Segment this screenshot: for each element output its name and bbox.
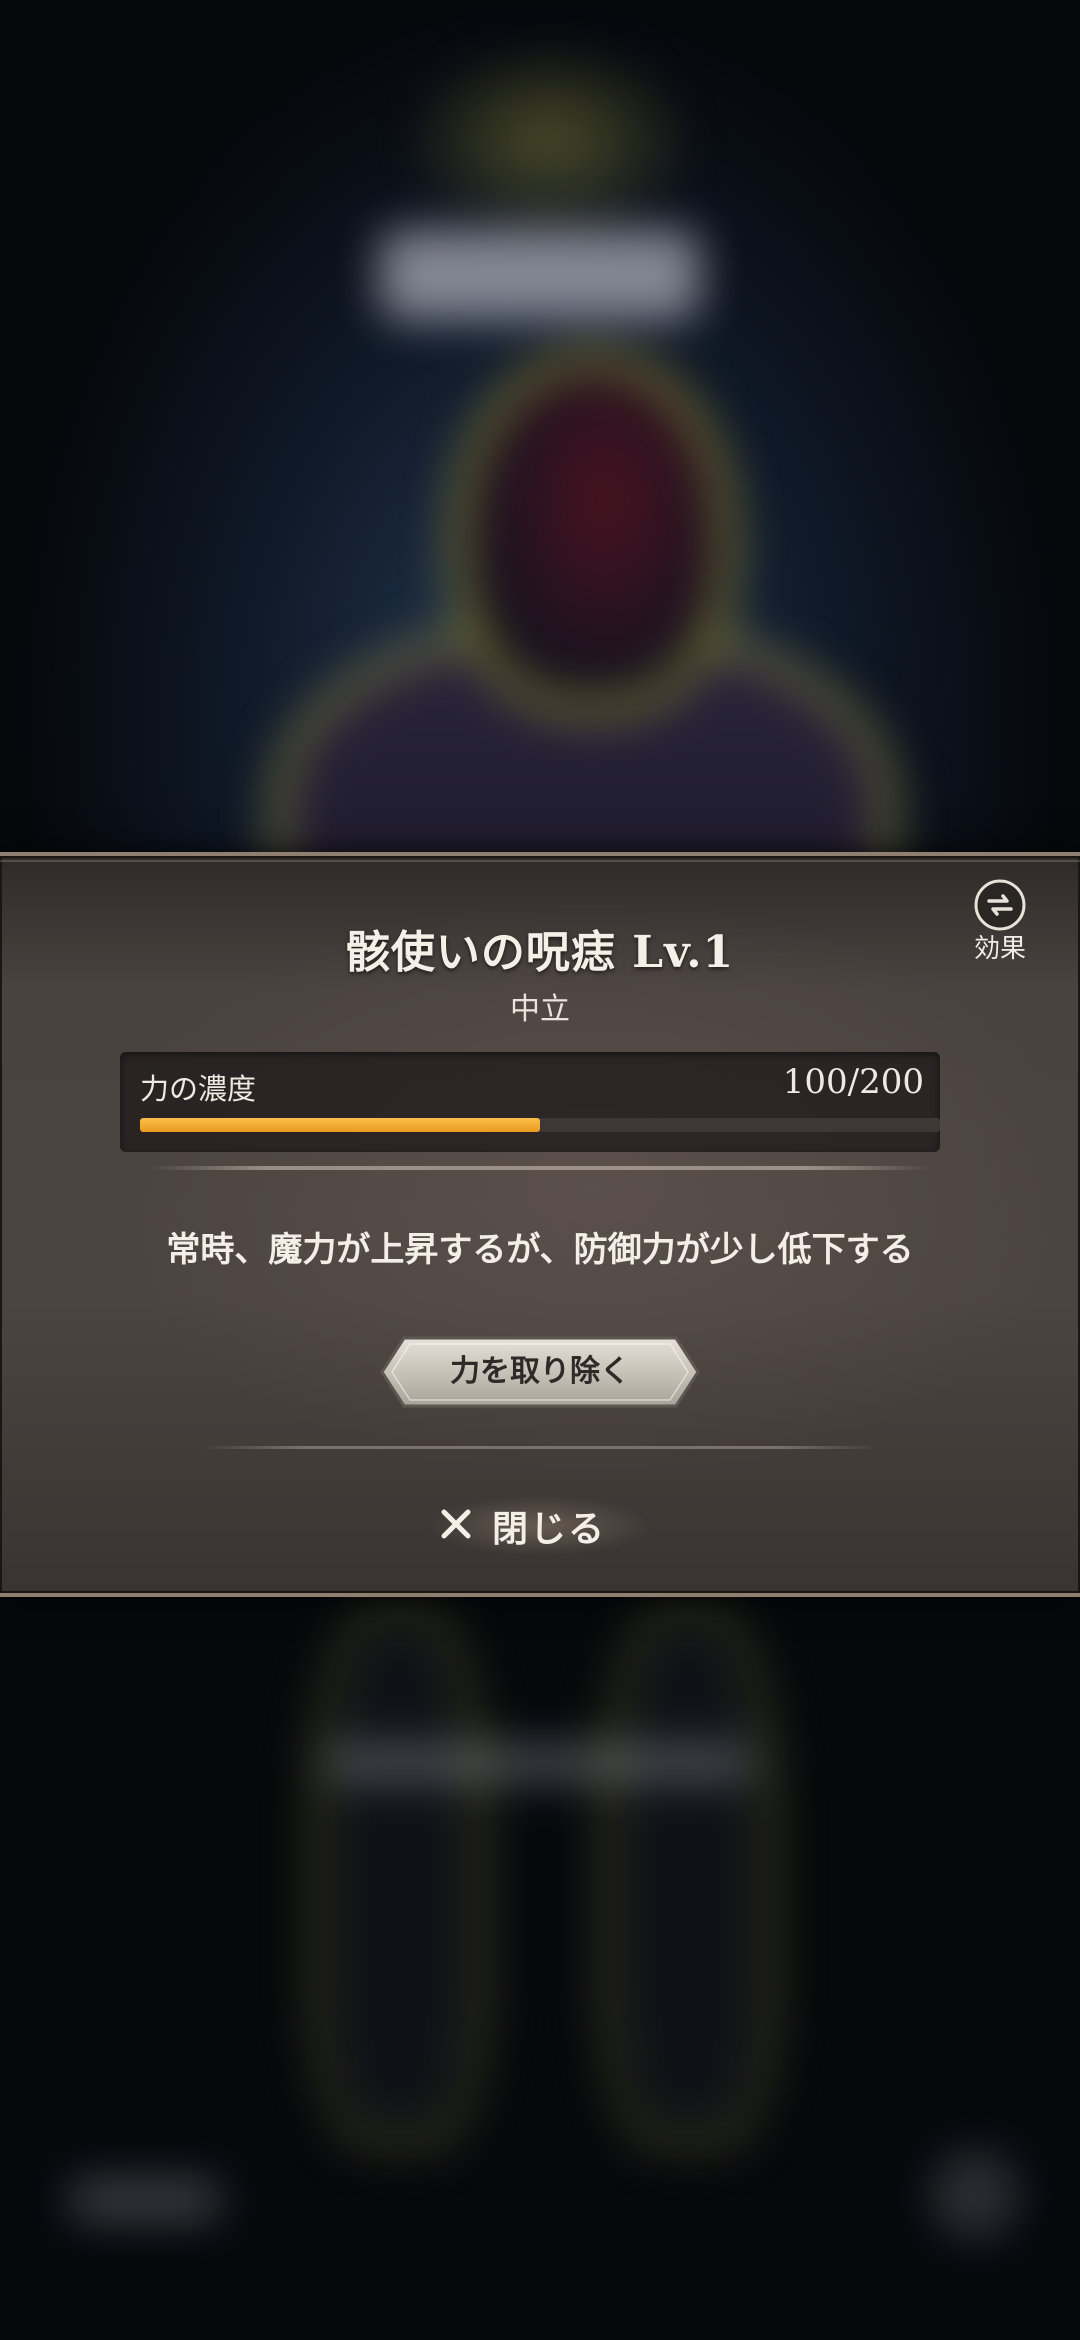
close-button[interactable]: 閉じる xyxy=(390,1486,690,1566)
power-density-gauge: 力の濃度 100/200 xyxy=(120,1052,940,1152)
gauge-value: 100/200 xyxy=(782,1062,924,1102)
remove-button-label: 力を取り除く xyxy=(450,1354,630,1389)
gauge-track xyxy=(140,1118,940,1132)
curse-attribute: 中立 xyxy=(510,992,570,1027)
close-button-label: 閉じる xyxy=(492,1509,607,1550)
remove-power-button[interactable]: 力を取り除く xyxy=(380,1336,700,1408)
curse-description: 常時、魔力が上昇するが、防御力が少し低下する xyxy=(166,1230,914,1270)
curse-detail-dialog: 効果 骸使いの呪痣 Lv.1 中立 力の濃度 100/200 常時、魔力が上昇す… xyxy=(0,852,1080,1597)
gauge-fill xyxy=(140,1118,540,1132)
curse-title: 骸使いの呪痣 Lv.1 xyxy=(345,927,735,978)
close-icon xyxy=(441,1509,471,1539)
gauge-label: 力の濃度 xyxy=(140,1072,257,1106)
divider xyxy=(200,1446,880,1449)
divider xyxy=(150,1166,930,1170)
